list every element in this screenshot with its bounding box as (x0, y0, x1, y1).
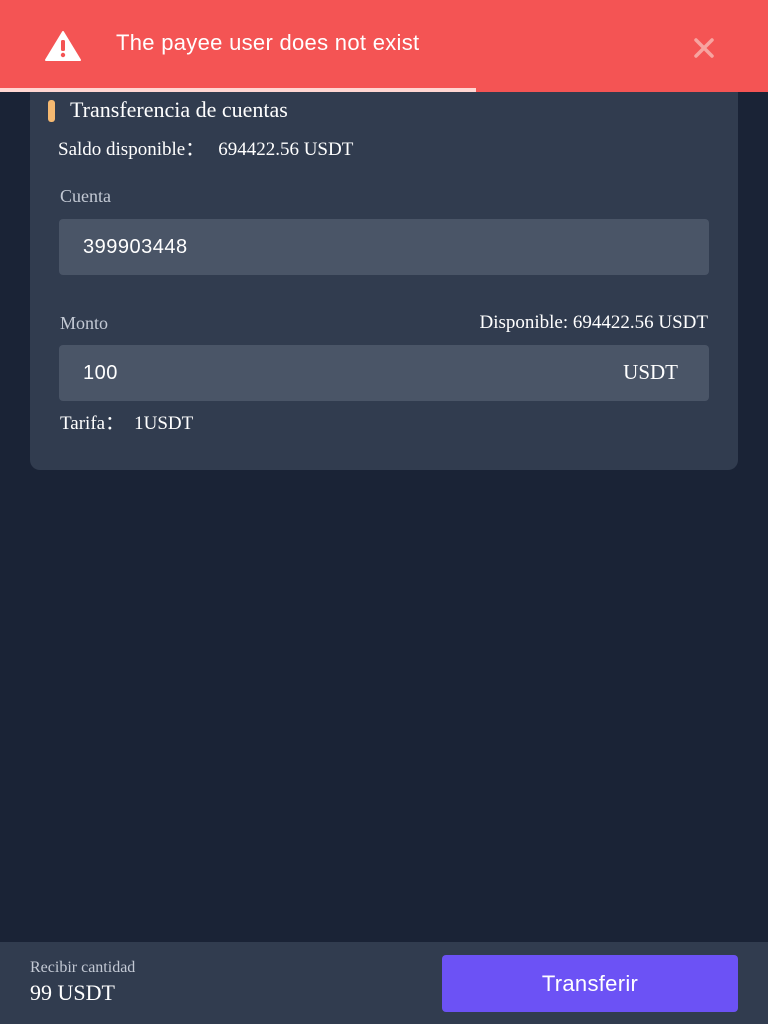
transfer-button[interactable]: Transferir (442, 955, 738, 1012)
amount-label: Monto (60, 313, 109, 333)
balance-row: Saldo disponible： 694422.56 USDT (58, 134, 353, 161)
account-field-box (59, 219, 709, 275)
title-accent-bar (48, 100, 55, 122)
fee-label: Tarifa： (60, 413, 125, 434)
fee-value: 1USDT (134, 413, 194, 434)
footer-bar: Recibir cantidad 99 USDT Transferir (0, 942, 768, 1024)
account-input[interactable] (59, 219, 709, 275)
balance-label: Saldo disponible： (58, 139, 205, 160)
receive-label: Recibir cantidad (30, 959, 136, 976)
close-icon[interactable] (690, 34, 718, 62)
toast-progress-bar (0, 88, 477, 92)
available-amount: Disponible: 694422.56 USDT (479, 312, 708, 333)
amount-unit: USDT (623, 360, 678, 384)
amount-field-box: USDT (59, 345, 709, 401)
amount-input[interactable] (59, 345, 709, 401)
card-title: Transferencia de cuentas (70, 97, 288, 122)
fee-row: Tarifa： 1USDT (60, 408, 193, 435)
error-toast: The payee user does not exist (0, 0, 768, 92)
balance-value: 694422.56 USDT (218, 139, 354, 160)
toast-message: The payee user does not exist (116, 30, 420, 55)
warning-icon (45, 31, 81, 61)
receive-value: 99 USDT (30, 980, 115, 1005)
transfer-card: Transferencia de cuentas Saldo disponibl… (30, 70, 738, 470)
account-label: Cuenta (60, 186, 111, 206)
